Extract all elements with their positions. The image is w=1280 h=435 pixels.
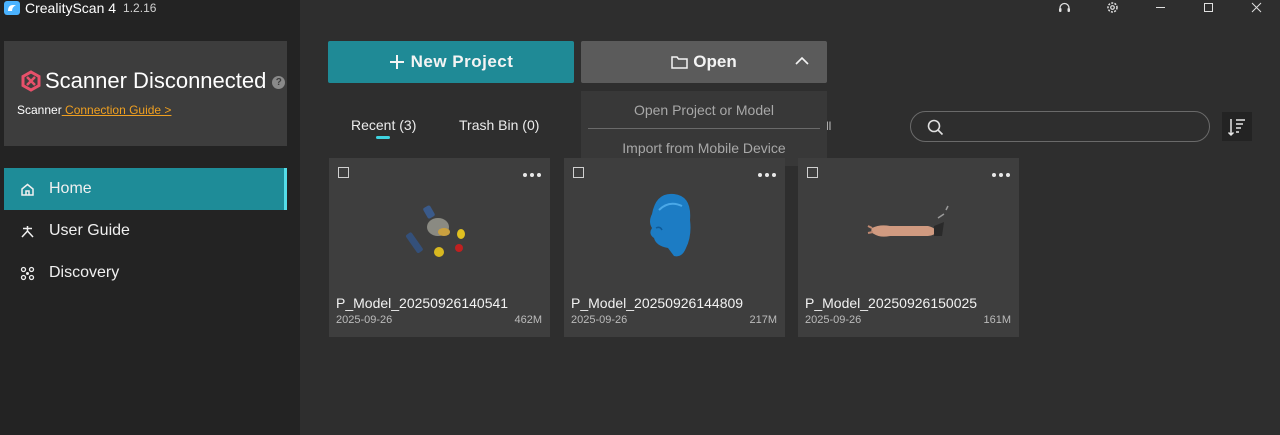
scanner-status-text: Scanner Disconnected [45, 68, 267, 93]
sidebar-item-label: User Guide [49, 222, 130, 239]
open-label: Open [693, 52, 737, 71]
maximize-icon[interactable] [1184, 0, 1232, 14]
scanner-guide: Scanner Connection Guide > [17, 103, 171, 117]
model-thumbnail [650, 193, 691, 257]
sidebar-item-label: Discovery [49, 264, 120, 281]
window-controls [1040, 0, 1280, 14]
project-card[interactable]: P_Model_20250926140541 2025-09-26 462M [329, 158, 550, 337]
card-checkbox[interactable] [807, 167, 818, 178]
project-date: 2025-09-26 [805, 314, 862, 326]
app-logo-icon [4, 1, 20, 15]
sidebar-item-discovery[interactable]: Discovery [4, 252, 287, 294]
model-thumbnail [867, 205, 949, 237]
tab-trash-bin[interactable]: Trash Bin (0) [459, 117, 539, 133]
app-version: 1.2.16 [123, 1, 157, 15]
sidebar-item-user-guide[interactable]: User Guide [4, 210, 287, 252]
scanner-status-card: Scanner Disconnected ? Scanner Connectio… [4, 41, 287, 146]
folder-icon [671, 56, 689, 69]
sidebar-nav: Home User Guide Discovery [4, 168, 287, 294]
project-card[interactable]: P_Model_20250926144809 2025-09-26 217M [564, 158, 785, 337]
more-options-icon[interactable] [992, 170, 1012, 180]
close-icon[interactable] [1232, 0, 1280, 14]
open-button[interactable]: Open [581, 41, 827, 83]
minimize-icon[interactable] [1136, 0, 1184, 14]
project-size: 161M [983, 314, 1011, 326]
search-input[interactable] [955, 116, 1195, 138]
settings-icon[interactable] [1088, 0, 1136, 14]
title-bar: CrealityScan 4 1.2.16 [0, 0, 156, 16]
card-checkbox[interactable] [573, 167, 584, 178]
sort-icon [1227, 118, 1245, 136]
sidebar-item-home[interactable]: Home [4, 168, 287, 210]
scanner-status: Scanner Disconnected ? [20, 68, 286, 94]
discovery-icon [20, 266, 35, 280]
help-icon[interactable]: ? [272, 75, 286, 89]
more-options-icon[interactable] [523, 170, 543, 180]
scanner-disconnected-icon [21, 70, 41, 92]
sort-button[interactable] [1222, 112, 1252, 141]
menu-item-open-project-or-model[interactable]: Open Project or Model [581, 91, 827, 128]
card-checkbox[interactable] [338, 167, 349, 178]
new-project-button[interactable]: New Project [328, 41, 574, 83]
model-thumbnail [406, 205, 465, 257]
project-name: P_Model_20250926150025 [805, 295, 978, 311]
scanner-label: Scanner [17, 103, 62, 117]
project-card[interactable]: P_Model_20250926150025 2025-09-26 161M [798, 158, 1019, 337]
project-name: P_Model_20250926140541 [336, 295, 509, 311]
more-options-icon[interactable] [758, 170, 778, 180]
chevron-up-icon[interactable] [795, 56, 809, 66]
support-icon[interactable] [1040, 0, 1088, 14]
tab-recent[interactable]: Recent (3) [351, 117, 416, 133]
app-name: CrealityScan 4 [25, 0, 117, 16]
user-guide-icon [21, 225, 34, 238]
project-size: 217M [749, 314, 777, 326]
project-date: 2025-09-26 [571, 314, 628, 326]
home-icon [21, 183, 34, 196]
plus-icon [389, 55, 404, 69]
project-name: P_Model_20250926144809 [571, 295, 744, 311]
sidebar-item-label: Home [49, 180, 92, 197]
sidebar: CrealityScan 4 1.2.16 Scanner Disconnect… [0, 0, 300, 435]
project-size: 462M [514, 314, 542, 326]
open-dropdown-menu: Open Project or Model Import from Mobile… [581, 91, 827, 166]
search-box [910, 111, 1210, 142]
search-icon [927, 119, 944, 136]
tab-active-indicator [376, 136, 390, 139]
new-project-label: New Project [410, 52, 514, 71]
connection-guide-link[interactable]: Connection Guide > [62, 103, 171, 117]
project-date: 2025-09-26 [336, 314, 393, 326]
